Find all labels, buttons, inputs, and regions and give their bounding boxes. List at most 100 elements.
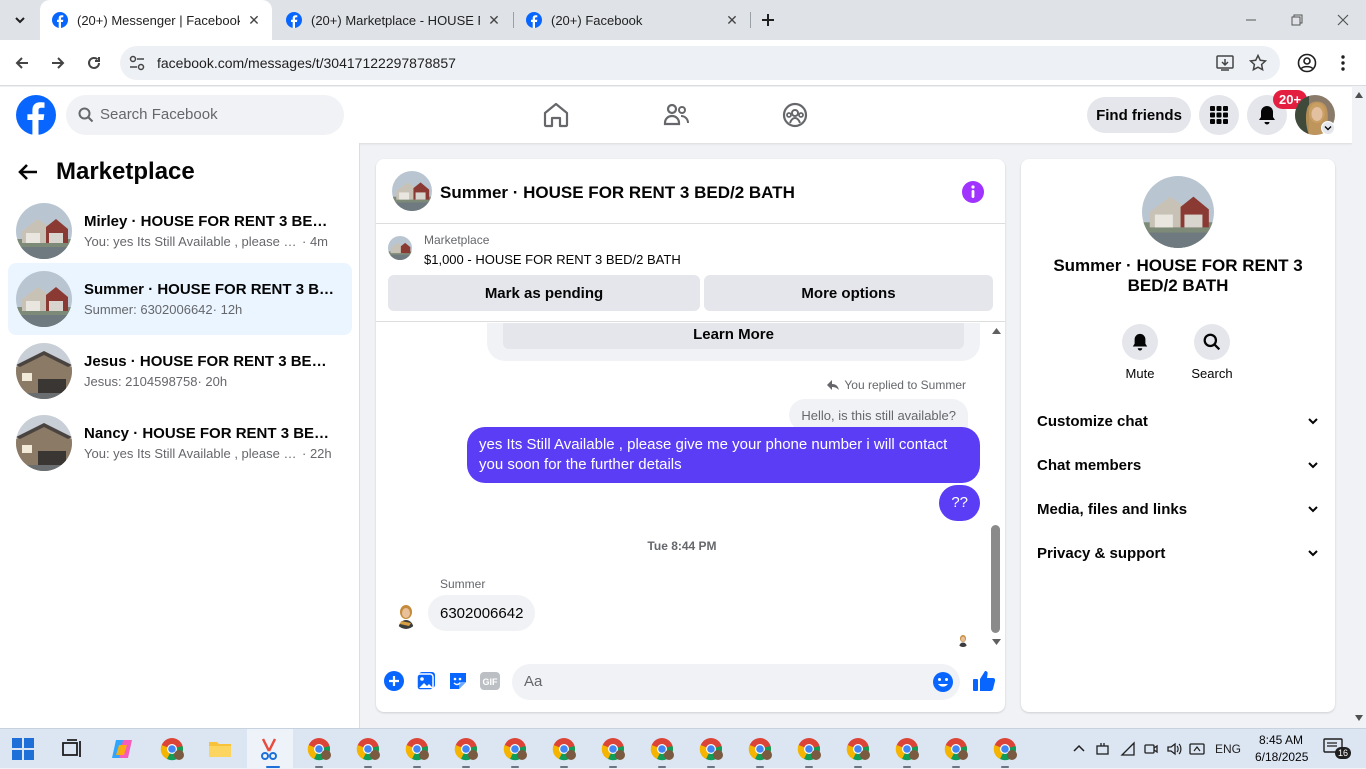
home-icon[interactable] [542,101,570,129]
speaker-icon[interactable] [1166,741,1182,757]
url-text[interactable]: facebook.com/messages/t/3041712229787885… [157,55,456,71]
chrome-window-icon[interactable] [503,737,527,761]
chat-title[interactable]: Summer · HOUSE FOR RENT 3 BED/2 BATH [440,183,795,203]
emoji-icon[interactable] [932,671,954,693]
address-bar[interactable]: facebook.com/messages/t/3041712229787885… [120,46,1280,80]
conversation-item[interactable]: Jesus · HOUSE FOR RENT 3 BED/2 BATH Jesu… [8,339,352,403]
photo-icon[interactable] [415,670,437,692]
facebook-search-box[interactable]: Search Facebook [66,95,344,135]
scroll-down-icon[interactable] [992,639,1001,645]
scroll-up-icon[interactable] [992,328,1001,334]
more-options-button[interactable]: More options [704,275,993,311]
back-arrow-icon[interactable] [16,160,40,184]
conversation-item[interactable]: Nancy · HOUSE FOR RENT 3 BED/2 BATH You:… [8,411,352,475]
chrome-window-icon[interactable] [748,737,772,761]
section-label: Chat members [1037,456,1142,474]
windows-start-icon[interactable] [12,738,34,760]
learn-more-button[interactable]: Learn More [503,323,964,349]
scroll-down-icon[interactable] [1355,715,1363,721]
tab-messenger[interactable]: (20+) Messenger | Facebook ✕ [40,0,272,40]
find-friends-button[interactable]: Find friends [1087,97,1191,133]
chrome-window-icon[interactable] [993,737,1017,761]
copilot-icon[interactable] [110,737,134,761]
more-vert-icon[interactable] [1336,53,1350,73]
mark-as-pending-button[interactable]: Mark as pending [388,275,700,311]
listing-price-title[interactable]: $1,000 - HOUSE FOR RENT 3 BED/2 BATH [424,252,681,267]
chrome-window-icon[interactable] [454,737,478,761]
chrome-window-icon[interactable] [552,737,576,761]
facebook-logo-icon[interactable] [16,95,56,135]
chrome-window-icon[interactable] [356,737,380,761]
conversation-item-selected[interactable]: Summer · HOUSE FOR RENT 3 BED/2 BATH Sum… [8,263,352,335]
snipping-tool-icon[interactable] [257,737,281,761]
chrome-window-icon[interactable] [601,737,625,761]
file-explorer-icon[interactable] [208,737,232,761]
bookmark-star-icon[interactable] [1249,54,1267,72]
info-icon[interactable] [962,181,984,203]
chrome-window-icon[interactable] [650,737,674,761]
close-tab-icon[interactable]: ✕ [486,12,502,28]
site-info-icon[interactable] [128,54,146,72]
chevron-down-icon [1308,506,1318,513]
tab-search-button[interactable] [8,8,32,32]
media-files-links-section[interactable]: Media, files and links [1021,487,1335,531]
menu-button[interactable] [1199,95,1239,135]
battery-plug-icon[interactable] [1096,741,1112,757]
message-scrollbar[interactable] [988,323,1005,651]
customize-chat-section[interactable]: Customize chat [1021,399,1335,443]
new-tab-plus-icon[interactable] [758,10,778,30]
details-thumbnail[interactable] [1142,176,1214,248]
thumbs-up-icon[interactable] [972,669,996,693]
chat-thumbnail[interactable] [392,171,432,211]
tab-marketplace[interactable]: (20+) Marketplace - HOUSE FOR ✕ [274,0,512,40]
chrome-window-icon[interactable] [699,737,723,761]
chrome-window-icon[interactable] [307,737,331,761]
outgoing-message[interactable]: ?? [939,485,980,521]
page-scrollbar[interactable] [1352,87,1366,728]
profile-icon[interactable] [1297,53,1317,73]
search-in-conversation-button[interactable]: Search [1182,324,1242,381]
taskbar-clock[interactable]: 8:45 AM 6/18/2025 [1255,732,1308,766]
scroll-up-icon[interactable] [1355,92,1363,98]
close-tab-icon[interactable]: ✕ [724,12,740,28]
chevron-up-icon[interactable] [1072,742,1086,756]
chrome-window-icon[interactable] [895,737,919,761]
back-button[interactable] [10,51,34,75]
chat-members-section[interactable]: Chat members [1021,443,1335,487]
camera-icon[interactable] [1143,741,1159,757]
incoming-message[interactable]: 6302006642 [428,595,536,631]
task-view-icon[interactable] [60,737,84,761]
privacy-support-section[interactable]: Privacy & support [1021,531,1335,575]
chrome-window-icon[interactable] [405,737,429,761]
minimize-button[interactable] [1228,0,1274,40]
plus-circle-icon[interactable] [383,670,405,692]
friends-icon[interactable] [662,101,690,129]
message-input[interactable]: Aa [512,664,960,700]
forward-button[interactable] [46,51,70,75]
conversation-name: Mirley · HOUSE FOR RENT 3 BED/2 BATH [84,213,336,230]
chrome-window-icon[interactable] [846,737,870,761]
close-tab-icon[interactable]: ✕ [246,12,262,28]
listing-thumbnail[interactable] [388,236,412,260]
conversation-item[interactable]: Mirley · HOUSE FOR RENT 3 BED/2 BATH You… [8,199,352,263]
language-indicator[interactable]: ENG [1215,742,1241,756]
chrome-window-icon[interactable] [944,737,968,761]
sticker-icon[interactable] [447,670,469,692]
gif-icon[interactable]: GIF [479,670,501,692]
network-icon[interactable] [1120,741,1136,757]
outgoing-message[interactable]: yes Its Still Available , please give me… [467,427,980,483]
chrome-profile-icon[interactable] [160,737,184,761]
reload-button[interactable] [82,51,106,75]
chrome-window-icon[interactable] [797,737,821,761]
sender-avatar[interactable] [394,601,418,629]
install-app-icon[interactable] [1216,54,1234,72]
mute-button[interactable]: Mute [1110,324,1170,381]
groups-icon[interactable] [781,101,809,129]
close-window-button[interactable] [1320,0,1366,40]
scrollbar-thumb[interactable] [991,525,1000,633]
notification-center-button[interactable]: 16 [1323,738,1352,760]
restore-button[interactable] [1274,0,1320,40]
account-caret[interactable] [1321,121,1335,135]
display-icon[interactable] [1189,741,1205,757]
tab-facebook[interactable]: (20+) Facebook ✕ [514,0,750,40]
